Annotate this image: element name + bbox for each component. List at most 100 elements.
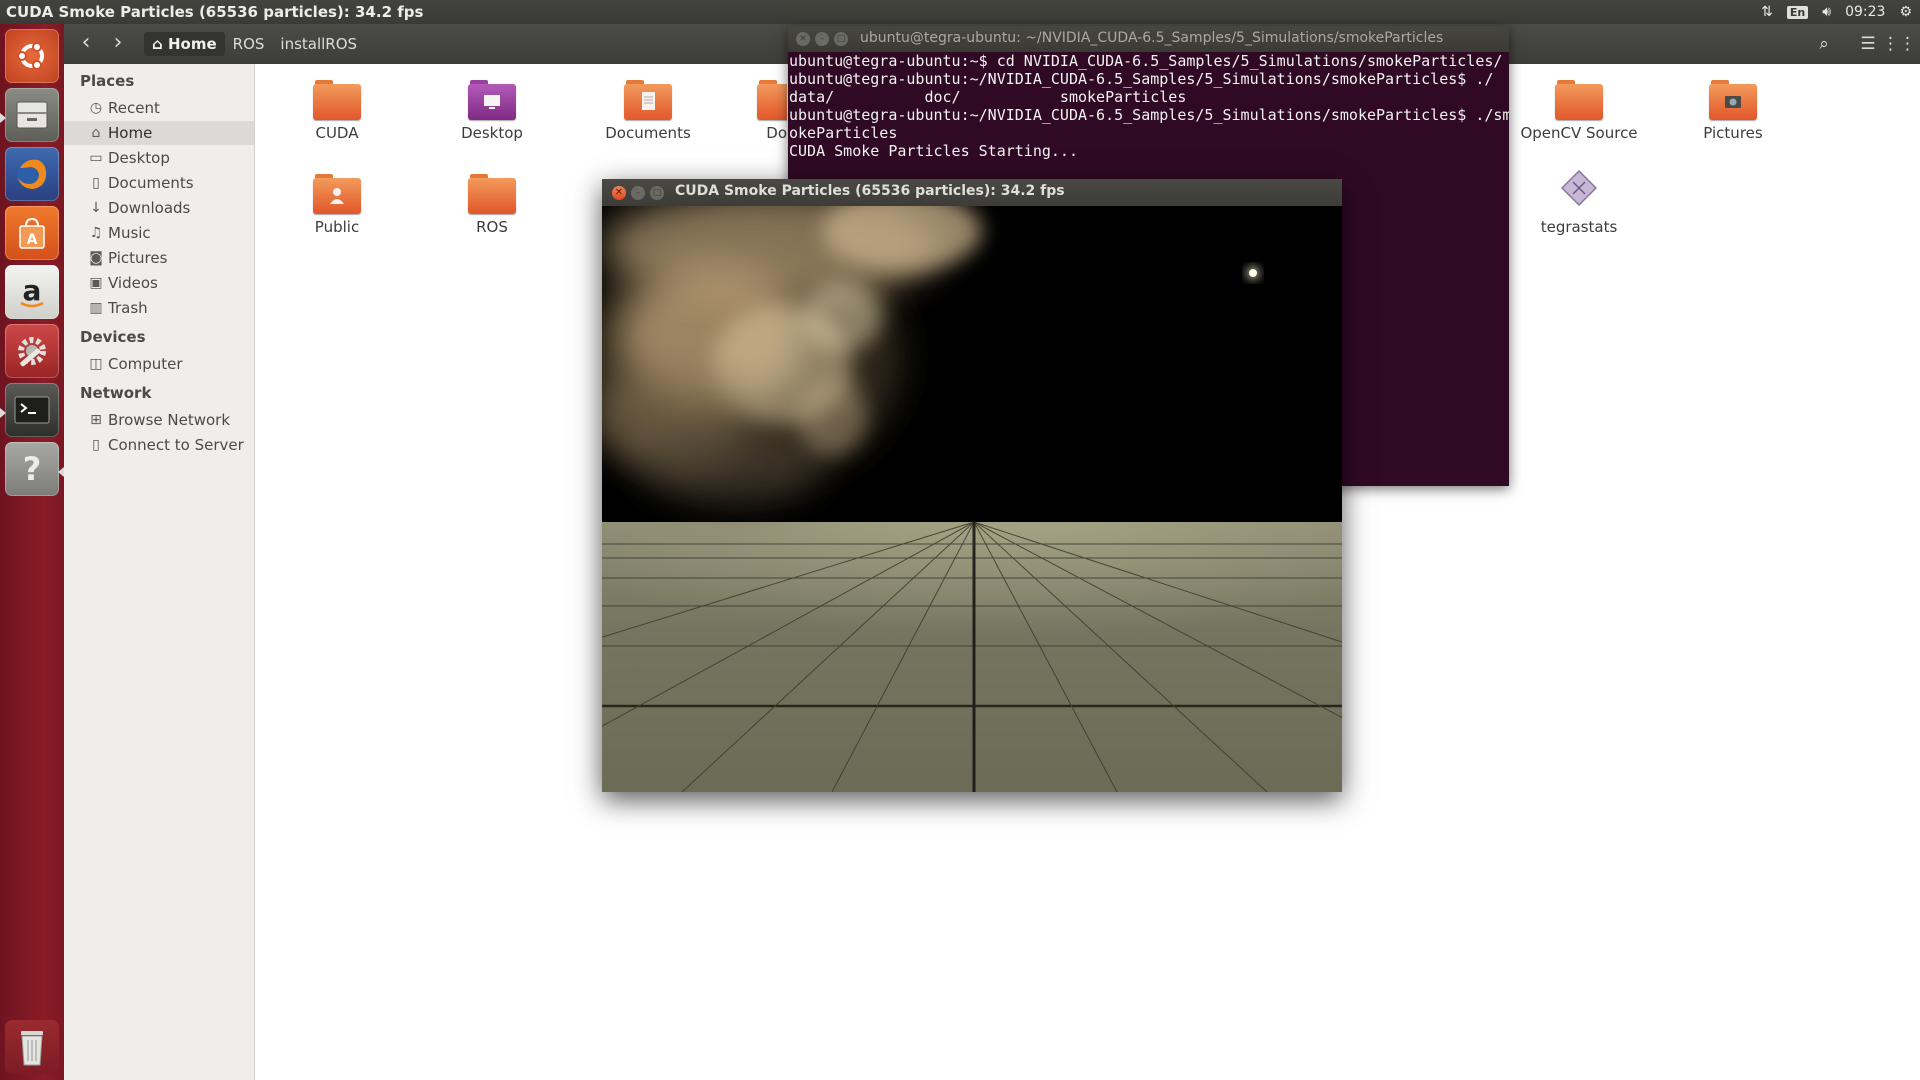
download-icon: ↓ — [90, 200, 102, 216]
downloads-folder-icon — [757, 80, 787, 120]
files-launcher-button[interactable] — [5, 88, 59, 142]
grid-view-icon[interactable]: ⋮⋮ — [1882, 32, 1916, 56]
volume-icon[interactable]: 🔊︎ — [1822, 4, 1831, 20]
breadcrumb-home[interactable]: ⌂ Home — [144, 32, 225, 56]
terminal-line: ubuntu@tegra-ubuntu:~/NVIDIA_CUDA-6.5_Sa… — [789, 106, 1509, 124]
network-icon: ⊞ — [90, 412, 102, 428]
folder-public[interactable]: Public — [272, 174, 402, 266]
smoke-render-viewport[interactable] — [602, 206, 1342, 792]
trash-launcher-button[interactable] — [5, 1020, 59, 1074]
sidebar-item-desktop[interactable]: ▭ Desktop — [64, 146, 254, 170]
sidebar-item-music[interactable]: ♫ Music — [64, 221, 254, 245]
firefox-launcher-button[interactable] — [5, 147, 59, 201]
folder-desktop[interactable]: Desktop — [427, 80, 557, 172]
running-indicator — [0, 408, 6, 418]
devices-heading: Devices — [80, 328, 146, 346]
maximize-icon[interactable]: □ — [834, 32, 848, 46]
firefox-icon — [17, 159, 47, 189]
clock-icon: ◷ — [89, 100, 103, 116]
smoke-particles-window[interactable]: ✕ – □ CUDA Smoke Particles (65536 partic… — [602, 179, 1342, 792]
question-mark-icon: ? — [23, 450, 42, 488]
shopping-bag-icon: A — [19, 217, 45, 249]
folder-documents[interactable]: Documents — [583, 80, 713, 172]
folder-downloads[interactable]: Do — [725, 80, 787, 172]
places-heading: Places — [80, 72, 135, 90]
list-view-icon[interactable]: ☰ — [1854, 32, 1882, 56]
sidebar-item-connect-server[interactable]: ▯ Connect to Server — [64, 433, 254, 457]
dash-home-button[interactable] — [5, 29, 59, 83]
help-launcher-button[interactable]: ? — [5, 442, 59, 496]
smoke-window-title: CUDA Smoke Particles (65536 particles): … — [675, 183, 1065, 199]
minimize-icon[interactable]: – — [631, 186, 645, 200]
sidebar-item-computer[interactable]: ◫ Computer — [64, 352, 254, 376]
search-icon[interactable]: ⌕ — [1810, 32, 1838, 56]
pictures-folder-icon — [1709, 80, 1757, 120]
drive-icon: ◫ — [89, 356, 103, 372]
terminal-line: ubuntu@tegra-ubuntu:~$ cd NVIDIA_CUDA-6.… — [789, 52, 1503, 70]
minimize-icon[interactable]: – — [815, 32, 829, 46]
ubuntu-logo-icon — [17, 42, 44, 70]
indicator-area: ⇅ En 🔊︎ 09:23 ⚙ — [1761, 0, 1920, 24]
folder-ros[interactable]: ROS — [427, 174, 557, 266]
running-indicator — [0, 113, 6, 123]
close-icon[interactable]: ✕ — [612, 186, 626, 200]
svg-text:?: ? — [23, 450, 42, 488]
desktop-icon: ▭ — [89, 150, 103, 166]
amazon-launcher-button[interactable]: a — [5, 265, 59, 319]
breadcrumb-ros[interactable]: ROS — [225, 32, 273, 56]
folder-icon — [313, 80, 361, 120]
terminal-launcher-button[interactable] — [5, 383, 59, 437]
close-icon[interactable]: ✕ — [796, 32, 810, 46]
music-note-icon: ♫ — [89, 225, 103, 241]
gear-icon[interactable]: ⚙ — [1899, 4, 1912, 20]
smoke-window-titlebar[interactable]: ✕ – □ CUDA Smoke Particles (65536 partic… — [602, 179, 1342, 206]
trash-icon: ▥ — [89, 300, 103, 316]
terminal-icon — [14, 396, 50, 424]
system-settings-launcher-button[interactable] — [5, 324, 59, 378]
network-heading: Network — [80, 384, 152, 402]
folder-opencv-source[interactable]: OpenCV Source — [1514, 80, 1644, 172]
top-panel: CUDA Smoke Particles (65536 particles): … — [0, 0, 1920, 24]
terminal-line: ubuntu@tegra-ubuntu:~/NVIDIA_CUDA-6.5_Sa… — [789, 70, 1494, 88]
file-tegrastats[interactable]: tegrastats — [1514, 170, 1644, 262]
forward-button[interactable]: › — [106, 32, 130, 56]
sidebar-item-videos[interactable]: ▣ Videos — [64, 271, 254, 295]
back-button[interactable]: ‹ — [74, 32, 98, 56]
executable-file-icon — [1560, 170, 1598, 207]
folder-cuda[interactable]: CUDA — [272, 80, 402, 172]
sidebar-item-browse-network[interactable]: ⊞ Browse Network — [64, 408, 254, 432]
sidebar-item-home[interactable]: ⌂ Home — [64, 121, 254, 145]
smoke-scene — [602, 206, 1342, 792]
film-icon: ▣ — [89, 275, 103, 291]
sidebar-item-downloads[interactable]: ↓ Downloads — [64, 196, 254, 220]
amazon-icon: a — [20, 274, 44, 308]
sidebar-item-recent[interactable]: ◷ Recent — [64, 96, 254, 120]
folder-icon — [468, 174, 516, 214]
public-folder-icon — [313, 174, 361, 214]
terminal-title: ubuntu@tegra-ubuntu: ~/NVIDIA_CUDA-6.5_S… — [860, 30, 1444, 46]
active-window-title: CUDA Smoke Particles (65536 particles): … — [6, 3, 424, 21]
trash-can-icon — [21, 1031, 43, 1066]
breadcrumb: ⌂ Home ROS installROS — [144, 32, 365, 56]
svg-text:A: A — [27, 232, 38, 248]
keyboard-layout-indicator[interactable]: En — [1786, 5, 1809, 19]
breadcrumb-installros[interactable]: installROS — [272, 32, 365, 56]
network-indicator-icon[interactable]: ⇅ — [1761, 4, 1773, 20]
settings-wrench-icon — [18, 337, 46, 367]
documents-folder-icon — [624, 80, 672, 120]
clock[interactable]: 09:23 — [1845, 4, 1885, 20]
folder-pictures[interactable]: Pictures — [1668, 80, 1798, 172]
sidebar-item-trash[interactable]: ▥ Trash — [64, 296, 254, 320]
launcher: A a ? — [0, 24, 64, 1080]
maximize-icon[interactable]: □ — [650, 186, 664, 200]
server-icon: ▯ — [92, 437, 100, 453]
folder-icon — [1555, 80, 1603, 120]
software-center-launcher-button[interactable]: A — [5, 206, 59, 260]
desktop-folder-icon — [468, 80, 516, 120]
camera-icon: ◙ — [89, 250, 103, 266]
home-icon: ⌂ — [152, 35, 168, 53]
svg-text:a: a — [23, 274, 42, 307]
sidebar-item-pictures[interactable]: ◙ Pictures — [64, 246, 254, 270]
sidebar-item-documents[interactable]: ▯ Documents — [64, 171, 254, 195]
terminal-titlebar[interactable]: ✕ – □ ubuntu@tegra-ubuntu: ~/NVIDIA_CUDA… — [788, 26, 1509, 52]
